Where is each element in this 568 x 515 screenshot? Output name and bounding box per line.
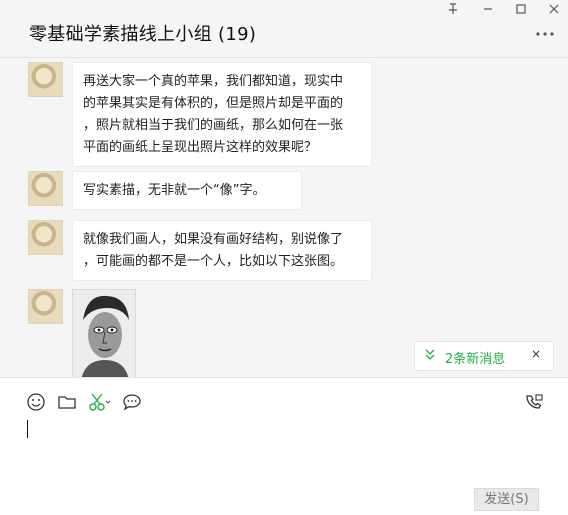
minimize-icon[interactable] <box>477 2 499 20</box>
chat-bubble-icon[interactable] <box>122 392 144 412</box>
send-button[interactable]: 发送(S) <box>474 488 539 511</box>
avatar[interactable] <box>28 289 63 324</box>
more-icon[interactable] <box>534 24 556 40</box>
new-messages-label[interactable]: 2条新消息 <box>445 348 505 367</box>
message-input[interactable] <box>26 418 546 478</box>
phone-call-icon[interactable] <box>524 392 546 412</box>
close-banner-button[interactable]: × <box>531 347 541 361</box>
chat-header: 零基础学素描线上小组 (19) <box>0 0 568 58</box>
new-messages-banner[interactable]: 2条新消息 × <box>414 341 554 371</box>
message-bubble[interactable]: 再送大家一个真的苹果，我们都知道，现实中 的苹果其实是有体积的，但是照片却是平面… <box>72 62 372 167</box>
avatar[interactable] <box>28 220 63 255</box>
scissors-icon[interactable] <box>88 392 114 412</box>
avatar[interactable] <box>28 171 63 206</box>
message-bubble[interactable]: 写实素描，无非就一个“像”字。 <box>72 171 302 210</box>
message-input-area[interactable]: 发送(S) <box>0 377 568 515</box>
message-bubble[interactable]: 就像我们画人，如果没有画好结构，别说像了 ，可能画的都不是一个人，比如以下这张图… <box>72 220 372 281</box>
maximize-icon[interactable] <box>510 2 532 20</box>
avatar[interactable] <box>28 62 63 97</box>
folder-icon[interactable] <box>57 392 79 412</box>
pin-icon[interactable] <box>442 2 464 20</box>
chevron-down-icon[interactable] <box>425 348 435 365</box>
chat-messages[interactable]: 再送大家一个真的苹果，我们都知道，现实中 的苹果其实是有体积的，但是照片却是平面… <box>0 58 568 377</box>
chat-title: 零基础学素描线上小组 (19) <box>29 24 257 45</box>
emoji-icon[interactable] <box>26 392 48 412</box>
portrait-sketch-image[interactable] <box>72 289 136 377</box>
close-icon[interactable] <box>543 2 565 20</box>
